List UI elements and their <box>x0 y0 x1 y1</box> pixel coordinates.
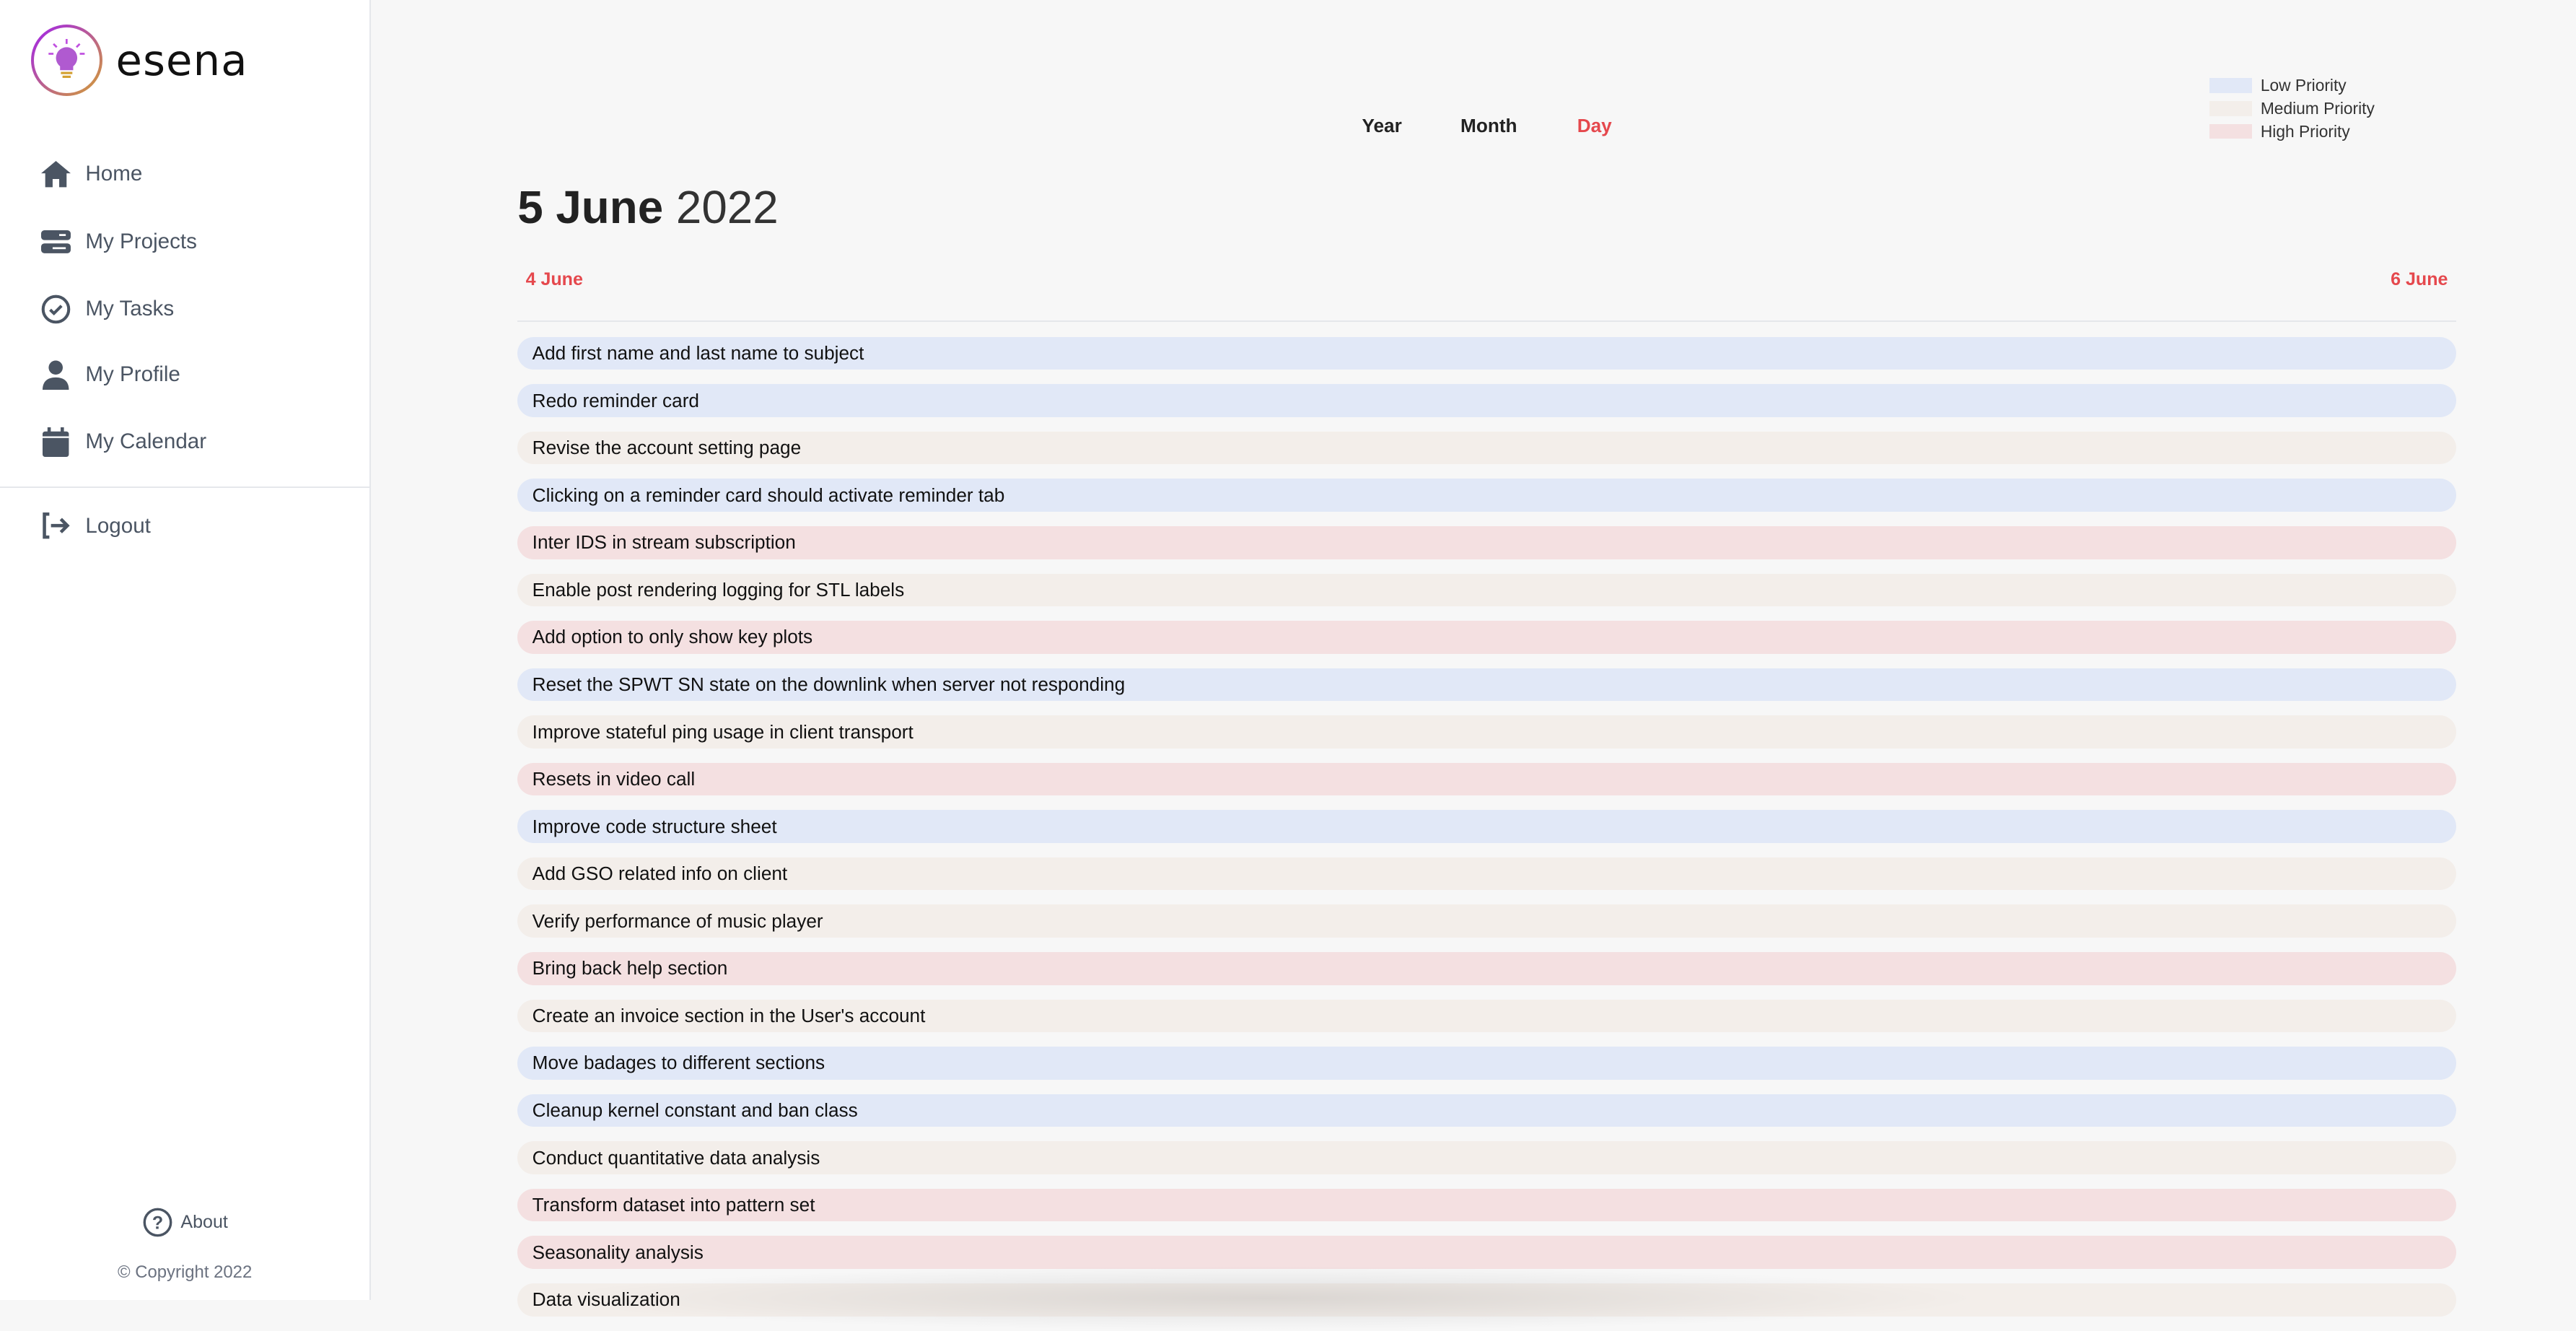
task-row-low[interactable]: Improve code structure sheet <box>517 810 2456 843</box>
legend-label: Medium Priority <box>2260 98 2375 118</box>
task-title: Add option to only show key plots <box>532 626 813 648</box>
task-title: Add GSO related info on client <box>532 863 788 885</box>
sidebar-item-label: My Calendar <box>85 429 207 454</box>
task-row-high[interactable]: Transform dataset into pattern set <box>517 1188 2456 1222</box>
tab-month[interactable]: Month <box>1460 115 1517 137</box>
header-divider <box>517 320 2456 323</box>
sidebar: esena Home My Projects My Tasks My Profi… <box>0 0 372 1300</box>
legend-label: High Priority <box>2260 121 2350 141</box>
task-row-medium[interactable]: Conduct quantitative data analysis <box>517 1141 2456 1174</box>
task-title: Enable post rendering logging for STL la… <box>532 578 905 601</box>
task-title: Seasonality analysis <box>532 1241 704 1263</box>
legend-item-low: Low Priority <box>2209 74 2375 97</box>
title-year: 2022 <box>675 181 779 234</box>
legend-swatch <box>2209 101 2253 116</box>
sidebar-item-my-projects[interactable]: My Projects <box>0 217 369 266</box>
task-title: Data visualization <box>532 1288 680 1311</box>
task-title: Conduct quantitative data analysis <box>532 1146 820 1169</box>
logout-icon <box>41 511 71 541</box>
prev-day-link[interactable]: 4 June <box>526 269 583 290</box>
task-title: Move badages to different sections <box>532 1052 825 1074</box>
sidebar-item-my-profile[interactable]: My Profile <box>0 350 369 399</box>
task-title: Revise the account setting page <box>532 437 802 459</box>
task-title: Create an invoice section in the User's … <box>532 1004 926 1026</box>
sidebar-item-my-calendar[interactable]: My Calendar <box>0 417 369 466</box>
lightbulb-logo-icon <box>31 25 102 96</box>
task-row-high[interactable]: Bring back help section <box>517 952 2456 985</box>
task-title: Bring back help section <box>532 957 728 979</box>
sidebar-divider <box>0 486 370 489</box>
task-row-high[interactable]: Resets in video call <box>517 762 2456 796</box>
task-row-medium[interactable]: Verify performance of music player <box>517 904 2456 938</box>
task-title: Clicking on a reminder card should activ… <box>532 484 1005 506</box>
task-row-high[interactable]: Inter IDS in stream subscription <box>517 525 2456 559</box>
page-title: 5 June 2022 <box>517 180 779 234</box>
legend-item-high: High Priority <box>2209 120 2375 143</box>
legend-swatch <box>2209 123 2253 139</box>
svg-text:?: ? <box>152 1213 163 1234</box>
task-row-medium[interactable]: Add GSO related info on client <box>517 857 2456 891</box>
task-row-high[interactable]: Add option to only show key plots <box>517 621 2456 654</box>
task-title: Verify performance of music player <box>532 909 823 932</box>
sidebar-item-my-tasks[interactable]: My Tasks <box>0 284 369 333</box>
next-day-link[interactable]: 6 June <box>2391 269 2448 290</box>
server-icon <box>40 227 71 256</box>
sidebar-item-label: My Profile <box>85 362 180 387</box>
task-title: Reset the SPWT SN state on the downlink … <box>532 673 1126 695</box>
calendar-icon <box>41 427 71 457</box>
task-row-high[interactable]: Seasonality analysis <box>517 1236 2456 1269</box>
task-title: Inter IDS in stream subscription <box>532 531 796 554</box>
task-list: Add first name and last name to subject R… <box>517 336 2456 1331</box>
task-title: Transform dataset into pattern set <box>532 1194 815 1216</box>
sidebar-item-home[interactable]: Home <box>0 149 369 198</box>
title-day: 5 June <box>517 181 664 234</box>
task-row-medium[interactable]: Data visualization <box>517 1283 2456 1317</box>
legend-label: Low Priority <box>2260 75 2347 95</box>
about-label: About <box>180 1212 228 1233</box>
task-row-medium[interactable]: Improve stateful ping usage in client tr… <box>517 715 2456 749</box>
legend-swatch <box>2209 78 2253 93</box>
app-name: esena <box>115 35 248 86</box>
task-row-low[interactable]: Cleanup kernel constant and ban class <box>517 1094 2456 1127</box>
tab-year[interactable]: Year <box>1362 115 1401 137</box>
copyright: © Copyright 2022 <box>117 1262 253 1282</box>
task-title: Cleanup kernel constant and ban class <box>532 1099 858 1121</box>
task-title: Improve stateful ping usage in client tr… <box>532 720 914 743</box>
logout-button[interactable]: Logout <box>0 501 369 550</box>
about-link[interactable]: ? About <box>143 1208 228 1237</box>
task-row-low[interactable]: Redo reminder card <box>517 384 2456 417</box>
sidebar-item-label: Home <box>85 162 143 186</box>
task-row-low[interactable]: Add first name and last name to subject <box>517 336 2456 370</box>
logout-label: Logout <box>85 513 151 538</box>
task-title: Improve code structure sheet <box>532 815 777 837</box>
home-icon <box>40 160 71 189</box>
task-title: Add first name and last name to subject <box>532 342 864 364</box>
sidebar-item-label: My Projects <box>85 229 197 253</box>
task-row-medium[interactable]: Revise the account setting page <box>517 431 2456 465</box>
task-title: Redo reminder card <box>532 389 699 411</box>
user-icon <box>41 360 71 390</box>
logo[interactable]: esena <box>31 25 247 96</box>
task-row-low[interactable]: Clicking on a reminder card should activ… <box>517 479 2456 512</box>
task-title: Resets in video call <box>532 768 696 790</box>
question-circle-icon: ? <box>143 1208 172 1237</box>
task-row-medium[interactable]: Enable post rendering logging for STL la… <box>517 573 2456 607</box>
tab-day[interactable]: Day <box>1577 115 1612 137</box>
priority-legend: Low Priority Medium Priority High Priori… <box>2209 74 2375 143</box>
task-row-medium[interactable]: Create an invoice section in the User's … <box>517 999 2456 1033</box>
check-circle-icon <box>41 294 71 324</box>
legend-item-medium: Medium Priority <box>2209 97 2375 120</box>
task-row-low[interactable]: Move badages to different sections <box>517 1047 2456 1080</box>
sidebar-item-label: My Tasks <box>85 297 175 321</box>
task-row-low[interactable]: Reset the SPWT SN state on the downlink … <box>517 668 2456 702</box>
